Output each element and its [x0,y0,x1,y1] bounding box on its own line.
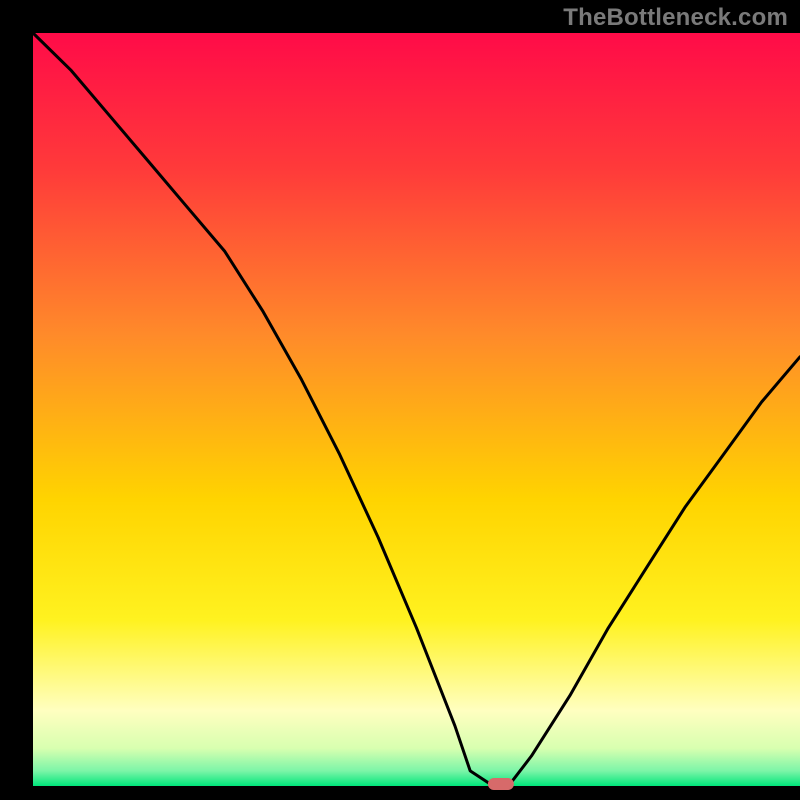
optimal-marker [488,778,514,790]
bottleneck-chart [0,0,800,800]
chart-container: TheBottleneck.com [0,0,800,800]
watermark-label: TheBottleneck.com [563,4,788,32]
plot-background [33,33,800,786]
